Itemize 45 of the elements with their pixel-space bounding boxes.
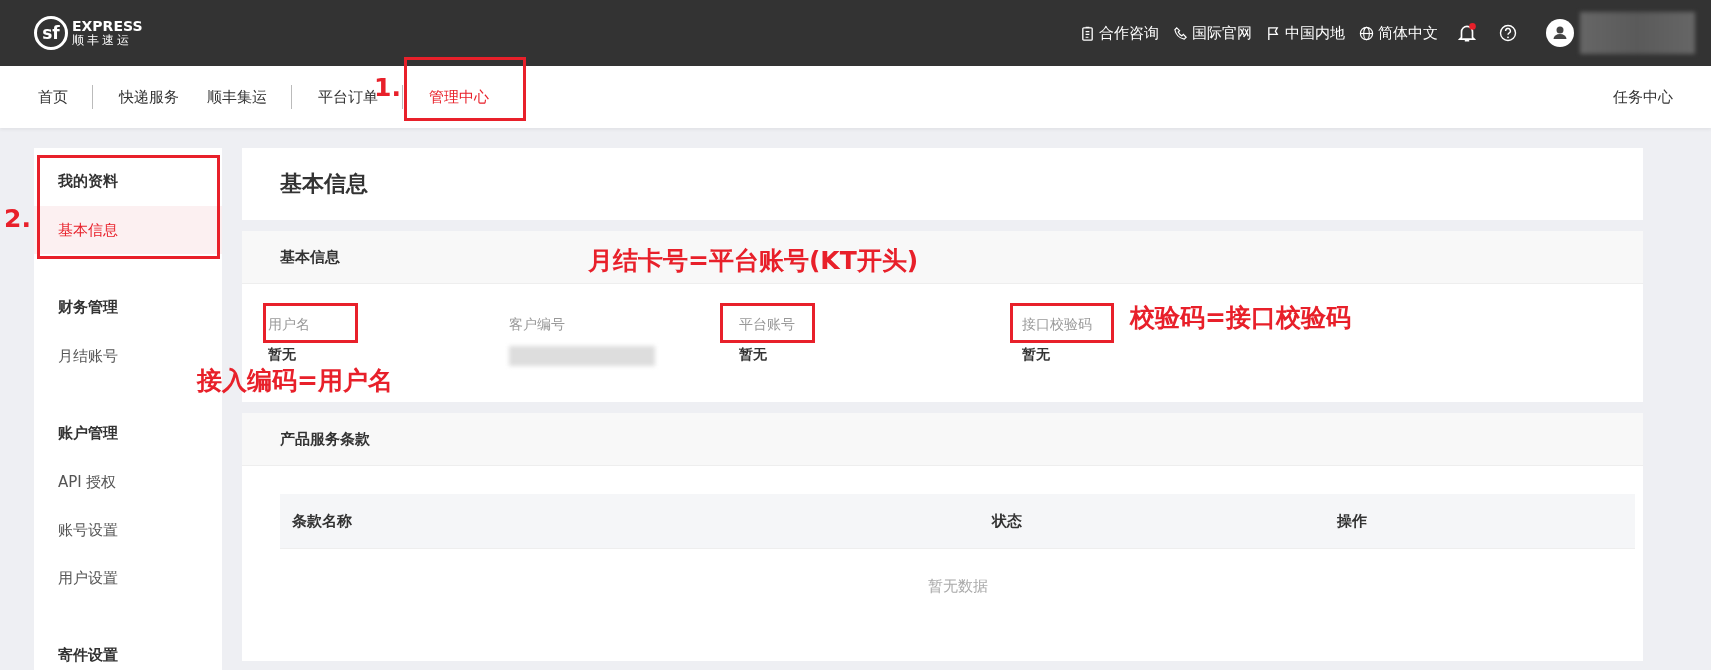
- globe-icon: [1359, 25, 1374, 41]
- field-label: 客户编号: [509, 316, 565, 332]
- sidebar-item[interactable]: 账号设置: [34, 506, 222, 554]
- header-link[interactable]: 中国内地: [1266, 23, 1345, 43]
- column-header: 操作: [1337, 511, 1367, 531]
- nav-tab[interactable]: 顺丰集运: [203, 87, 271, 107]
- field-value: 暂无: [268, 346, 296, 364]
- card-title: 产品服务条款: [280, 429, 370, 449]
- task-center-link[interactable]: 任务中心: [1609, 87, 1677, 107]
- logo-name: 顺丰速运: [72, 34, 133, 48]
- bell-icon[interactable]: [1456, 22, 1478, 44]
- header-link[interactable]: 合作咨询: [1080, 23, 1159, 43]
- sidebar-group-title: 账户管理: [57, 423, 119, 444]
- sidebar-item[interactable]: 基本信息: [34, 206, 222, 254]
- annotation-text: 校验码=接口校验码: [1130, 302, 1351, 334]
- sidebar-group-title: 财务管理: [57, 297, 119, 318]
- annotation-text: 接入编码=用户名: [197, 365, 393, 397]
- sidebar-item[interactable]: 用户设置: [34, 554, 222, 602]
- empty-text: 暂无数据: [927, 577, 988, 595]
- sidebar-group-title: 寄件设置: [57, 645, 119, 666]
- step-marker: 2.: [4, 204, 31, 233]
- field-label: 接口校验码: [1022, 316, 1092, 332]
- field-label: 用户名: [268, 316, 310, 332]
- avatar-icon[interactable]: [1546, 19, 1574, 47]
- page-title: 基本信息: [280, 170, 368, 198]
- clipboard-icon: [1080, 25, 1095, 41]
- nav-tab[interactable]: 首页: [34, 87, 72, 107]
- sidebar-group-title: 我的资料: [57, 171, 119, 192]
- nav-tab[interactable]: 快递服务: [115, 87, 183, 107]
- help-icon[interactable]: [1498, 23, 1518, 43]
- column-header: 状态: [992, 511, 1023, 531]
- header-link[interactable]: 国际官网: [1173, 23, 1252, 43]
- card-title: 基本信息: [280, 247, 340, 267]
- column-header: 条款名称: [291, 511, 353, 531]
- field-label: 平台账号: [739, 316, 795, 332]
- field-value: 暂无: [1022, 346, 1050, 364]
- annotation-text: 月结卡号=平台账号(KT开头): [588, 245, 919, 277]
- phone-icon: [1173, 25, 1188, 41]
- flag-icon: [1266, 25, 1281, 41]
- sidebar-item[interactable]: API 授权: [34, 458, 222, 506]
- logo-mark: sf: [34, 16, 68, 50]
- field-value: 暂无: [739, 346, 767, 364]
- logo-wordmark: EXPRESS: [72, 18, 143, 34]
- nav-tab[interactable]: 管理中心: [425, 87, 493, 107]
- header-link[interactable]: 简体中文: [1359, 23, 1438, 43]
